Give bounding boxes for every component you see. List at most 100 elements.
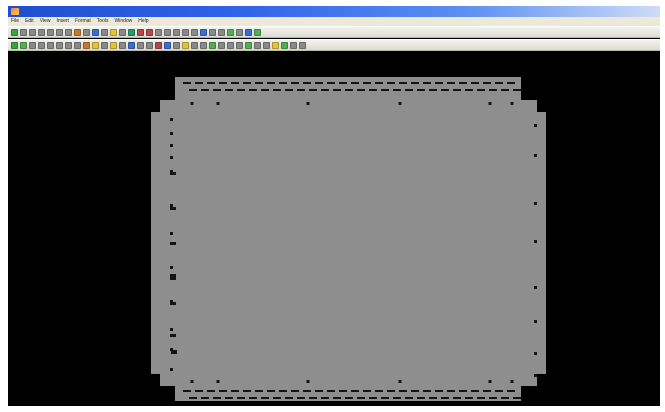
- gray-tool-icon[interactable]: [119, 41, 126, 49]
- gray-tool-icon[interactable]: [83, 28, 90, 36]
- menu-item[interactable]: Edit: [22, 17, 37, 26]
- yellow-tool-icon[interactable]: [182, 41, 189, 49]
- hem-slot: [363, 82, 371, 84]
- hem-slot: [447, 82, 455, 84]
- menu-item[interactable]: Help: [135, 17, 151, 26]
- blue-tool-icon[interactable]: [164, 41, 171, 49]
- arrow-icon[interactable]: [146, 28, 153, 36]
- gray-tool-icon[interactable]: [173, 41, 180, 49]
- green-tool-icon[interactable]: [227, 28, 234, 36]
- gray-tool-icon[interactable]: [137, 41, 144, 49]
- arrow-icon[interactable]: [155, 41, 162, 49]
- mount-hole: [398, 380, 402, 383]
- gray-tool-icon[interactable]: [227, 41, 234, 49]
- green-check-icon[interactable]: [11, 41, 18, 49]
- mount-hole: [398, 102, 402, 105]
- mount-hole: [510, 102, 514, 105]
- hem-slot: [261, 89, 269, 91]
- gray-tool-icon[interactable]: [263, 41, 270, 49]
- hem-slot: [381, 89, 389, 91]
- menu-item[interactable]: File: [8, 17, 22, 26]
- hem-slot: [231, 390, 239, 392]
- green-tool-icon[interactable]: [209, 41, 216, 49]
- hem-slot: [495, 390, 503, 392]
- hem-slot: [375, 82, 383, 84]
- gray-tool-icon[interactable]: [236, 41, 243, 49]
- menu-item[interactable]: Tools: [94, 17, 112, 26]
- gray-tool-icon[interactable]: [56, 41, 63, 49]
- gray-tool-icon[interactable]: [47, 41, 54, 49]
- green-tool-icon[interactable]: [20, 41, 27, 49]
- green-tool-icon[interactable]: [245, 41, 252, 49]
- gray-tool-icon[interactable]: [155, 28, 162, 36]
- gray-tool-icon[interactable]: [254, 41, 261, 49]
- gray-tool-icon[interactable]: [200, 41, 207, 49]
- gray-tool-icon[interactable]: [74, 41, 81, 49]
- hem-slot: [279, 82, 287, 84]
- gray-tool-icon[interactable]: [236, 28, 243, 36]
- hem-slot: [459, 82, 467, 84]
- gray-tool-icon[interactable]: [65, 28, 72, 36]
- gray-tool-icon[interactable]: [47, 28, 54, 36]
- gray-tool-icon[interactable]: [101, 41, 108, 49]
- drawing-canvas[interactable]: [8, 52, 660, 406]
- gray-tool-icon[interactable]: [173, 28, 180, 36]
- menu-item[interactable]: View: [37, 17, 54, 26]
- hem-slot: [513, 397, 521, 399]
- hem-slot: [447, 390, 455, 392]
- gray-tool-icon[interactable]: [182, 28, 189, 36]
- hem-slot: [291, 390, 299, 392]
- gray-tool-icon[interactable]: [20, 28, 27, 36]
- hem-slot: [441, 89, 449, 91]
- blue-tool-icon[interactable]: [200, 28, 207, 36]
- gray-tool-icon[interactable]: [38, 28, 45, 36]
- mount-slot: [170, 334, 176, 337]
- refresh-icon[interactable]: [128, 28, 135, 36]
- gray-tool-icon[interactable]: [29, 28, 36, 36]
- gray-tool-icon[interactable]: [65, 41, 72, 49]
- menu-item[interactable]: Window: [111, 17, 135, 26]
- undo-icon[interactable]: [83, 41, 90, 49]
- hem-slot: [285, 397, 293, 399]
- blue-tool-icon[interactable]: [92, 28, 99, 36]
- blue-tool-icon[interactable]: [245, 28, 252, 36]
- mount-hole: [216, 380, 220, 383]
- yellow-tool-icon[interactable]: [110, 28, 117, 36]
- green-tool-icon[interactable]: [254, 28, 261, 36]
- hem-slot: [327, 82, 335, 84]
- gray-tool-icon[interactable]: [101, 28, 108, 36]
- hem-slot: [489, 397, 497, 399]
- panel-shoulder: [160, 100, 175, 114]
- gray-tool-icon[interactable]: [146, 41, 153, 49]
- hem-slot: [195, 82, 203, 84]
- blue-tool-icon[interactable]: [128, 41, 135, 49]
- yellow-tool-icon[interactable]: [92, 41, 99, 49]
- gray-tool-icon[interactable]: [209, 28, 216, 36]
- green-tool-icon[interactable]: [281, 41, 288, 49]
- yellow-tool-icon[interactable]: [272, 41, 279, 49]
- yellow-tool-icon[interactable]: [110, 41, 117, 49]
- hem-slot: [435, 82, 443, 84]
- undo-icon[interactable]: [74, 28, 81, 36]
- gray-tool-icon[interactable]: [299, 41, 306, 49]
- gray-tool-icon[interactable]: [191, 41, 198, 49]
- mount-hole: [306, 380, 310, 383]
- gray-tool-icon[interactable]: [38, 41, 45, 49]
- gray-tool-icon[interactable]: [164, 28, 171, 36]
- green-check-icon[interactable]: [11, 28, 18, 36]
- hem-slot: [507, 390, 515, 392]
- menu-item[interactable]: Format: [72, 17, 94, 26]
- arrow-icon[interactable]: [137, 28, 144, 36]
- gray-tool-icon[interactable]: [290, 41, 297, 49]
- hem-slot: [405, 397, 413, 399]
- gray-tool-icon[interactable]: [218, 41, 225, 49]
- hem-slot: [351, 82, 359, 84]
- gray-tool-icon[interactable]: [119, 28, 126, 36]
- gray-tool-icon[interactable]: [56, 28, 63, 36]
- gray-tool-icon[interactable]: [29, 41, 36, 49]
- hem-slot: [501, 397, 509, 399]
- hem-slot: [303, 390, 311, 392]
- gray-tool-icon[interactable]: [218, 28, 225, 36]
- gray-tool-icon[interactable]: [191, 28, 198, 36]
- menu-item[interactable]: Insert: [53, 17, 72, 26]
